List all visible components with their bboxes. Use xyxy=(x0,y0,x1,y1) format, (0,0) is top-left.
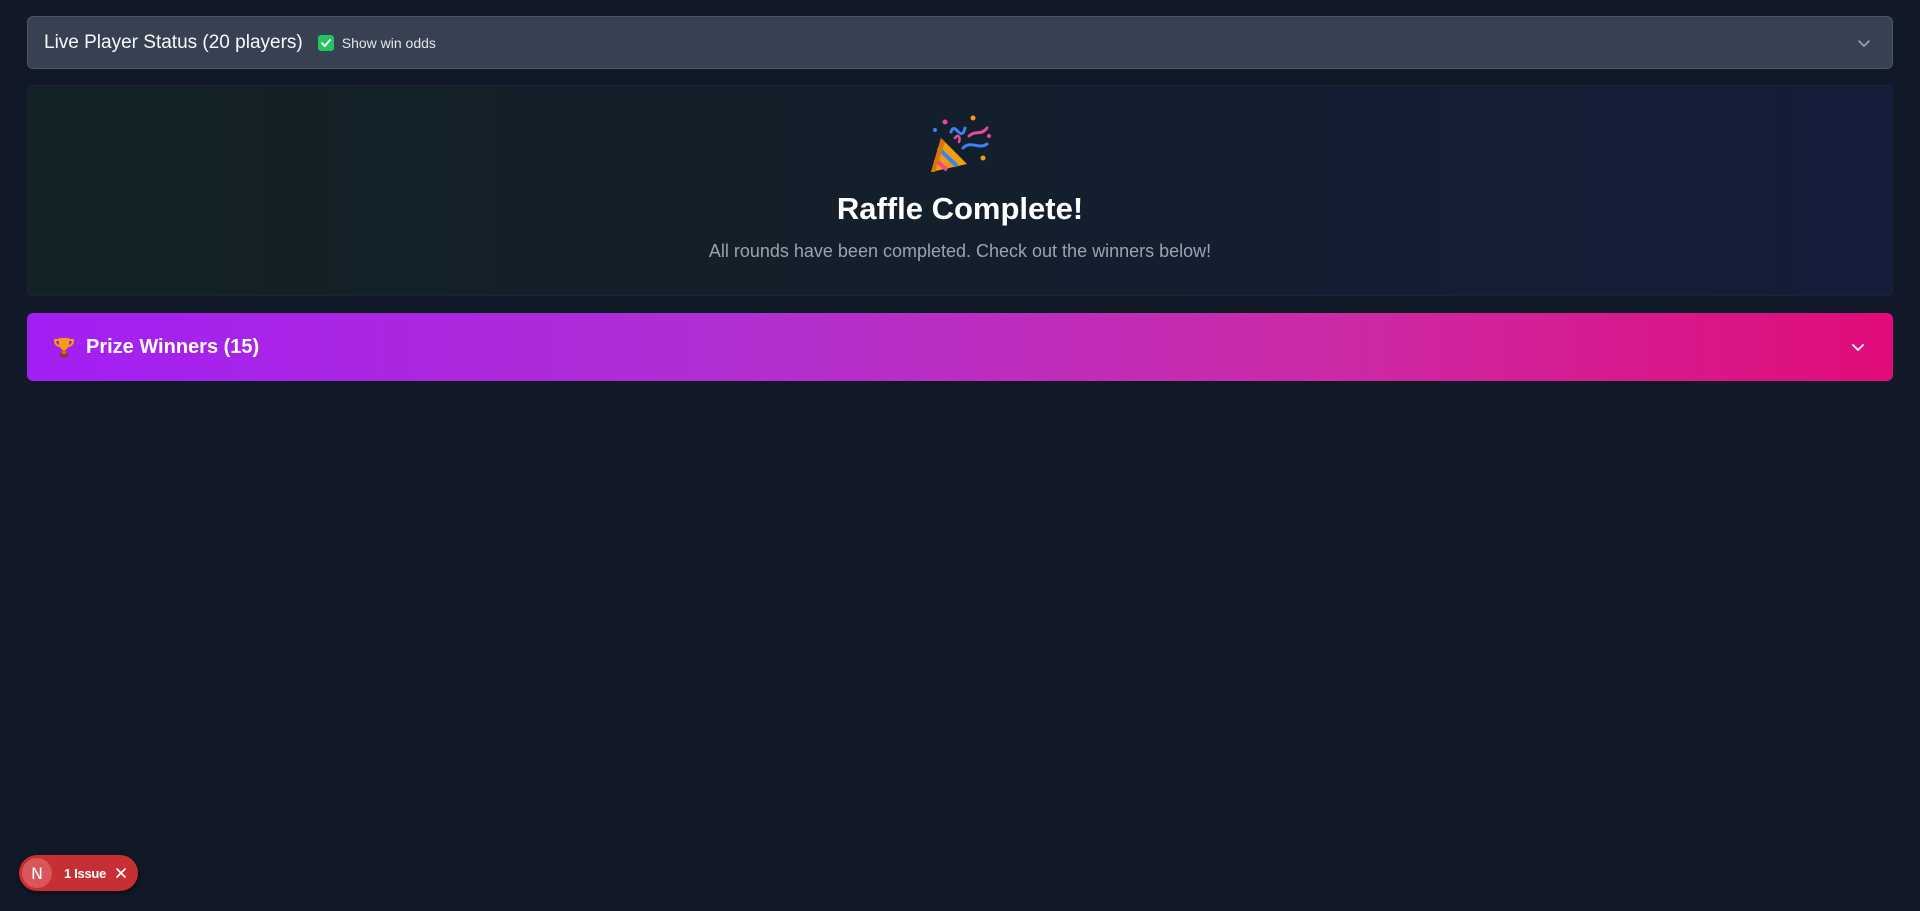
issues-badge[interactable]: N 1 Issue xyxy=(19,855,138,891)
nextjs-logo-icon[interactable]: N xyxy=(22,858,52,888)
chevron-down-icon xyxy=(1858,39,1870,47)
live-player-status-bar[interactable]: Live Player Status (20 players) Show win… xyxy=(27,16,1893,69)
close-issues-button[interactable] xyxy=(114,866,128,880)
issue-count[interactable]: 1 Issue xyxy=(64,866,106,881)
raffle-complete-panel: Raffle Complete! All rounds have been co… xyxy=(27,85,1893,296)
chevron-down-icon xyxy=(1852,344,1864,351)
checkmark-icon xyxy=(320,38,331,47)
raffle-complete-title: Raffle Complete! xyxy=(836,191,1084,226)
prize-winners-header[interactable]: Prize Winners (15) xyxy=(27,313,1893,381)
prize-winners-expand-button[interactable] xyxy=(1846,335,1870,359)
status-expand-button[interactable] xyxy=(1852,31,1876,55)
close-icon xyxy=(116,868,126,878)
live-player-status-title: Live Player Status (20 players) xyxy=(44,31,303,53)
party-popper-icon xyxy=(931,115,991,172)
show-win-odds-toggle[interactable]: Show win odds xyxy=(317,34,436,51)
trophy-icon xyxy=(54,338,74,357)
show-win-odds-label: Show win odds xyxy=(341,34,436,51)
raffle-complete-subtitle: All rounds have been completed. Check ou… xyxy=(708,241,1212,261)
show-win-odds-checkbox[interactable] xyxy=(317,34,334,51)
prize-winners-title: Prize Winners (15) xyxy=(86,335,260,358)
